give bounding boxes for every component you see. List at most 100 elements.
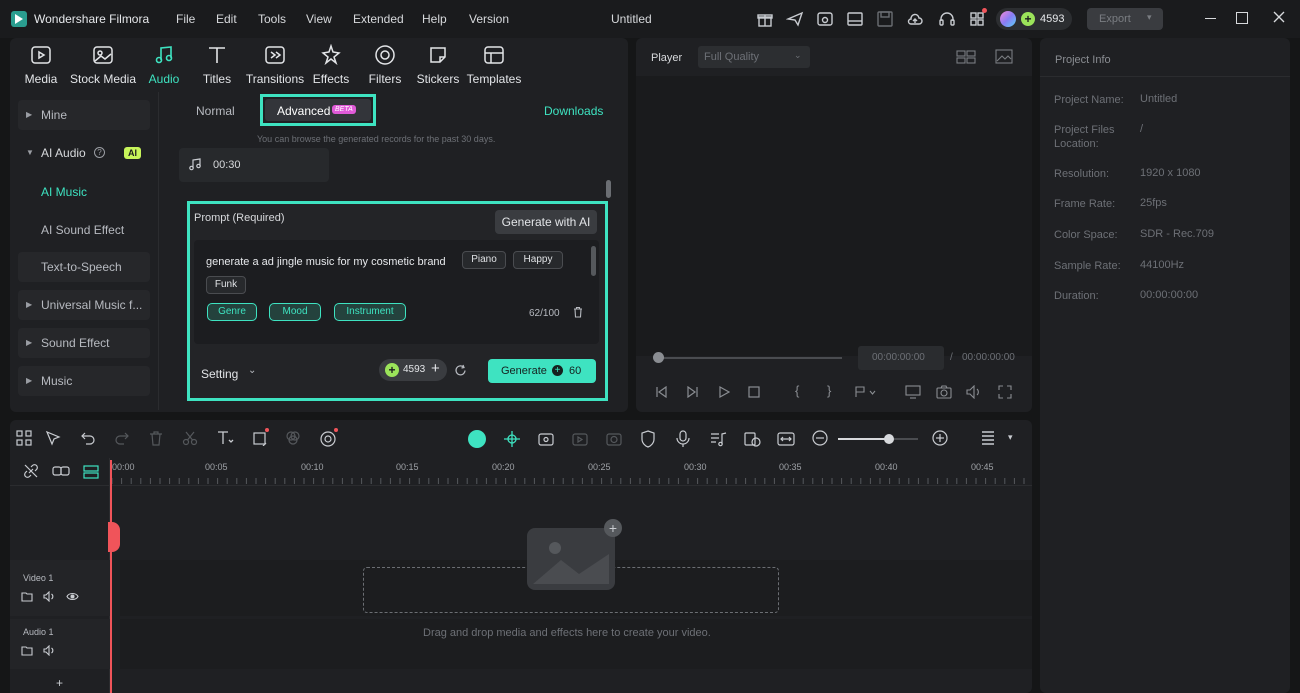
play-icon[interactable] xyxy=(718,386,730,398)
sidebar-item-ai-music[interactable]: AI Music xyxy=(41,185,87,199)
keyframe-icon[interactable] xyxy=(537,430,555,448)
redo-icon[interactable] xyxy=(114,430,132,448)
split-scissors-icon[interactable] xyxy=(182,430,200,448)
menu-view[interactable]: View xyxy=(306,12,332,26)
gift-icon[interactable] xyxy=(756,10,774,28)
crop-icon[interactable] xyxy=(252,428,270,448)
chip-funk[interactable]: Funk xyxy=(206,276,246,294)
tab-media[interactable]: Media xyxy=(11,44,71,86)
color-match-icon[interactable] xyxy=(285,430,303,448)
prev-frame-icon[interactable] xyxy=(654,386,668,398)
tab-audio[interactable]: Audio xyxy=(134,44,194,86)
sidebar-item-music[interactable]: ▶ Music xyxy=(18,366,150,396)
mark-in-icon[interactable]: { xyxy=(795,383,799,398)
stop-icon[interactable] xyxy=(748,386,760,398)
fullscreen-icon[interactable] xyxy=(998,385,1012,399)
ai-tools-icon[interactable] xyxy=(319,428,338,448)
speaker-icon[interactable] xyxy=(43,645,56,656)
credits-pill[interactable]: + 4593 xyxy=(996,8,1072,30)
menu-help[interactable]: Help xyxy=(422,12,447,26)
grid-view-icon[interactable] xyxy=(956,50,976,64)
current-time-box[interactable]: 00:00:00:00 xyxy=(858,346,944,370)
sidebar-item-mine[interactable]: ▶ Mine xyxy=(18,100,150,130)
apps-grid-icon[interactable] xyxy=(968,8,987,28)
headset-icon[interactable] xyxy=(938,10,956,28)
trash-icon[interactable] xyxy=(572,306,584,318)
snap-icon[interactable] xyxy=(503,430,521,448)
speed-ramp-icon[interactable] xyxy=(743,430,761,448)
zoom-in-icon[interactable] xyxy=(932,430,950,448)
marker-icon[interactable] xyxy=(854,386,876,398)
refresh-icon[interactable] xyxy=(454,364,467,377)
camera-icon[interactable] xyxy=(936,385,952,399)
menu-file[interactable]: File xyxy=(176,12,195,26)
sidebar-item-text-to-speech[interactable]: Text-to-Speech xyxy=(18,252,150,282)
tab-templates[interactable]: Templates xyxy=(464,44,524,86)
playback-scrubber[interactable] xyxy=(658,357,842,359)
setting-dropdown[interactable]: Setting ⌄ xyxy=(201,365,261,381)
downloads-link[interactable]: Downloads xyxy=(544,104,603,118)
generate-button[interactable]: Generate + 60 xyxy=(488,359,596,383)
auto-reframe-icon[interactable] xyxy=(571,430,589,448)
microphone-icon[interactable] xyxy=(675,430,693,448)
add-track-button[interactable]: + xyxy=(56,676,63,690)
track-layout-icon[interactable] xyxy=(83,465,99,479)
playhead-handle[interactable] xyxy=(653,352,664,363)
more-options-icon[interactable]: ▾ xyxy=(1008,432,1013,443)
quality-dropdown[interactable]: Full Quality ⌄ xyxy=(698,46,810,68)
tab-stock-media[interactable]: Stock Media xyxy=(68,44,138,86)
folder-icon[interactable] xyxy=(21,645,33,656)
mark-out-icon[interactable]: } xyxy=(827,383,831,398)
chip-piano[interactable]: Piano xyxy=(462,251,506,269)
snapshot-view-icon[interactable] xyxy=(995,49,1013,64)
next-frame-icon[interactable] xyxy=(686,386,700,398)
eye-icon[interactable] xyxy=(66,591,79,602)
mood-button[interactable]: Mood xyxy=(269,303,321,321)
media-library-icon[interactable] xyxy=(816,10,834,28)
tab-titles[interactable]: Titles xyxy=(187,44,247,86)
record-item[interactable]: 00:30 xyxy=(179,148,329,182)
menu-edit[interactable]: Edit xyxy=(216,12,237,26)
sidebar-item-universal-music[interactable]: ▶ Universal Music f... xyxy=(18,290,150,320)
zoom-out-icon[interactable] xyxy=(812,430,830,448)
sidebar-item-ai-sound-effect[interactable]: AI Sound Effect xyxy=(41,223,124,237)
track-density-icon[interactable] xyxy=(980,430,998,448)
minimize-icon[interactable] xyxy=(1205,18,1216,19)
zoom-slider-handle[interactable] xyxy=(884,434,894,444)
fit-width-icon[interactable] xyxy=(777,430,795,448)
save-icon[interactable] xyxy=(876,10,894,28)
sidebar-item-sound-effect[interactable]: ▶ Sound Effect xyxy=(18,328,150,358)
menu-version[interactable]: Version xyxy=(469,12,509,26)
generate-with-ai-button[interactable]: Generate with AI xyxy=(495,210,597,234)
menu-tools[interactable]: Tools xyxy=(258,12,286,26)
tab-transitions[interactable]: Transitions xyxy=(243,44,307,86)
volume-icon[interactable] xyxy=(966,385,982,399)
display-icon[interactable] xyxy=(905,385,921,399)
layout-grid-icon[interactable] xyxy=(16,430,34,448)
prompt-scrollbar[interactable] xyxy=(591,246,596,276)
tab-normal[interactable]: Normal xyxy=(196,104,235,118)
layout-icon[interactable] xyxy=(846,10,864,28)
menu-extended[interactable]: Extended xyxy=(353,12,404,26)
sidebar-item-ai-audio[interactable]: ▼ AI Audio ? AI xyxy=(18,138,150,168)
credits-chip[interactable]: + 4593 + xyxy=(379,359,447,381)
chip-happy[interactable]: Happy xyxy=(513,251,563,269)
prompt-textarea[interactable]: generate a ad jingle music for my cosmet… xyxy=(194,240,599,344)
tab-advanced[interactable]: Advanced BETA xyxy=(260,94,376,126)
tab-effects[interactable]: Effects xyxy=(301,44,361,86)
undo-icon[interactable] xyxy=(80,430,98,448)
export-button[interactable]: Export ▾ xyxy=(1087,8,1163,30)
tab-stickers[interactable]: Stickers xyxy=(408,44,468,86)
restore-icon[interactable] xyxy=(1236,12,1248,24)
folder-icon[interactable] xyxy=(21,591,33,602)
select-arrow-icon[interactable] xyxy=(45,430,63,448)
playhead-marker[interactable] xyxy=(108,522,120,552)
tab-filters[interactable]: Filters xyxy=(355,44,415,86)
ai-face-icon[interactable] xyxy=(468,430,486,448)
close-icon[interactable] xyxy=(1272,10,1286,24)
delete-icon[interactable] xyxy=(148,430,166,448)
text-tool-icon[interactable] xyxy=(216,430,234,448)
instrument-button[interactable]: Instrument xyxy=(334,303,406,321)
records-scrollbar[interactable] xyxy=(606,180,611,198)
audio-mix-icon[interactable] xyxy=(709,430,727,448)
